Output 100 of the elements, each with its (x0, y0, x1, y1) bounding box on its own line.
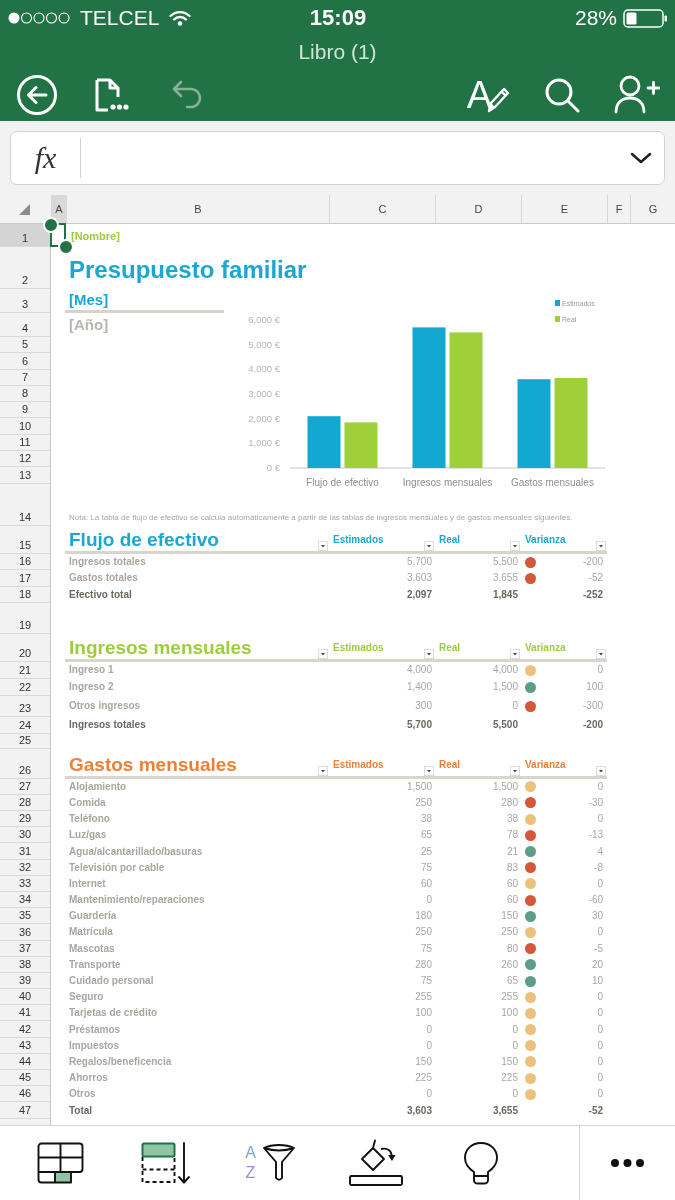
row-header[interactable]: 47 (0, 1102, 50, 1119)
note-text: Nota: La tabla de flujo de efectivo se calcula automáticamente a partir de las tablas de ingresos mensuales y de gastos mensuales siguientes. (69, 513, 573, 524)
row-header[interactable]: 22 (0, 678, 50, 696)
filter-dropdown-icon[interactable] (510, 648, 520, 659)
row-header[interactable]: 7 (0, 369, 50, 386)
column-header[interactable]: D (435, 195, 521, 223)
filter-dropdown-icon[interactable] (424, 648, 434, 659)
row-header[interactable]: 1 (0, 224, 50, 247)
filter-dropdown-icon[interactable] (424, 765, 434, 776)
filter-dropdown-icon[interactable] (510, 541, 520, 552)
more-icon[interactable] (611, 1159, 644, 1167)
row-header[interactable]: 14 (0, 483, 50, 527)
filter-dropdown-icon[interactable] (596, 541, 606, 552)
row-label: Otros ingresos (68, 700, 141, 713)
row-header[interactable]: 37 (0, 940, 50, 957)
row-header[interactable]: 26 (0, 748, 50, 779)
row-header[interactable]: 16 (0, 554, 50, 571)
row-header[interactable]: 11 (0, 434, 50, 452)
row-label: Mascotas (68, 942, 115, 955)
filter-dropdown-icon[interactable] (424, 541, 434, 552)
row-header[interactable]: 2 (0, 247, 50, 289)
format-button[interactable]: A (466, 75, 510, 114)
table-cell: 150 (501, 1055, 518, 1068)
row-header[interactable]: 4 (0, 313, 50, 337)
row-header[interactable]: 34 (0, 892, 50, 909)
row-header[interactable]: 5 (0, 337, 50, 354)
row-header[interactable]: 24 (0, 716, 50, 734)
table-cell: 65 (420, 829, 432, 842)
column-header[interactable]: G (630, 195, 675, 223)
table-cell: 78 (506, 829, 518, 842)
row-header[interactable]: 43 (0, 1037, 50, 1054)
row-header[interactable]: 35 (0, 908, 50, 925)
row-header[interactable]: 18 (0, 586, 50, 603)
row-header[interactable]: 21 (0, 661, 50, 679)
row-header[interactable]: 19 (0, 602, 50, 634)
table-cell: -200 (583, 556, 603, 569)
table-cell: 0 (597, 926, 603, 939)
row-label: Internet (68, 877, 106, 890)
select-all-icon[interactable] (19, 204, 30, 215)
column-header[interactable]: C (329, 195, 435, 223)
row-header[interactable]: 33 (0, 875, 50, 892)
search-icon[interactable] (544, 76, 580, 113)
table-cell: 5,500 (492, 556, 518, 569)
table-cell: -300 (583, 700, 603, 713)
filter-dropdown-icon[interactable] (596, 648, 606, 659)
row-header[interactable]: 10 (0, 418, 50, 435)
table-cell: 80 (506, 942, 518, 955)
column-header[interactable]: F (607, 195, 630, 223)
row-header[interactable]: 38 (0, 956, 50, 973)
chevron-down-icon[interactable] (630, 152, 652, 164)
row-header[interactable]: 31 (0, 843, 50, 860)
row-header[interactable]: 12 (0, 451, 50, 468)
grid-icon[interactable] (37, 1142, 84, 1184)
row-header[interactable]: 3 (0, 289, 50, 313)
row-header[interactable]: 39 (0, 972, 50, 990)
row-header[interactable]: 17 (0, 570, 50, 587)
row-label: Seguro (68, 991, 104, 1004)
row-header[interactable]: 46 (0, 1086, 50, 1103)
row-header[interactable]: 42 (0, 1021, 50, 1038)
row-header[interactable]: 27 (0, 778, 50, 795)
row-header[interactable]: 29 (0, 811, 50, 828)
table-cell: 5,700 (406, 719, 432, 732)
row-header[interactable]: 25 (0, 733, 50, 749)
paint-bucket-icon[interactable] (347, 1139, 404, 1187)
document-icon[interactable] (95, 77, 129, 112)
row-header[interactable]: 15 (0, 526, 50, 555)
lightbulb-icon[interactable] (462, 1141, 499, 1185)
row-header[interactable]: 13 (0, 467, 50, 484)
row-label: Cuidado personal (68, 975, 154, 987)
row-header[interactable]: 45 (0, 1070, 50, 1087)
row-header[interactable]: 32 (0, 859, 50, 876)
row-header[interactable]: 41 (0, 1005, 50, 1022)
row-header[interactable]: 44 (0, 1053, 50, 1071)
row-header[interactable]: 40 (0, 989, 50, 1006)
row-header[interactable]: 8 (0, 385, 50, 403)
row-label: Gastos totales (68, 572, 138, 585)
row-header[interactable]: 9 (0, 402, 50, 419)
back-icon[interactable] (17, 74, 57, 115)
table-cell: -52 (588, 572, 603, 585)
row-header[interactable]: 36 (0, 924, 50, 941)
filter-dropdown-icon[interactable] (510, 765, 520, 776)
row-label: Luz/gas (68, 829, 107, 842)
filter-dropdown-icon[interactable] (318, 541, 328, 552)
row-header[interactable]: 23 (0, 695, 50, 717)
category-label: Gastos mensuales (511, 477, 594, 488)
row-header[interactable]: 30 (0, 827, 50, 844)
filter-dropdown-icon[interactable] (318, 648, 328, 659)
column-header[interactable]: B (66, 195, 329, 223)
table-title: Ingresos mensuales (69, 636, 252, 659)
filter-dropdown-icon[interactable] (318, 765, 328, 776)
table-cell: 10 (591, 975, 603, 987)
add-person-icon[interactable] (614, 75, 660, 114)
row-header[interactable]: 20 (0, 633, 50, 662)
column-header[interactable]: A (51, 195, 66, 223)
column-header[interactable]: E (521, 195, 607, 223)
row-header[interactable]: 28 (0, 794, 50, 812)
row-header[interactable]: 6 (0, 353, 50, 370)
function-button[interactable]: fx (11, 141, 80, 175)
insert-rows-icon[interactable] (140, 1142, 191, 1184)
filter-dropdown-icon[interactable] (596, 765, 606, 776)
